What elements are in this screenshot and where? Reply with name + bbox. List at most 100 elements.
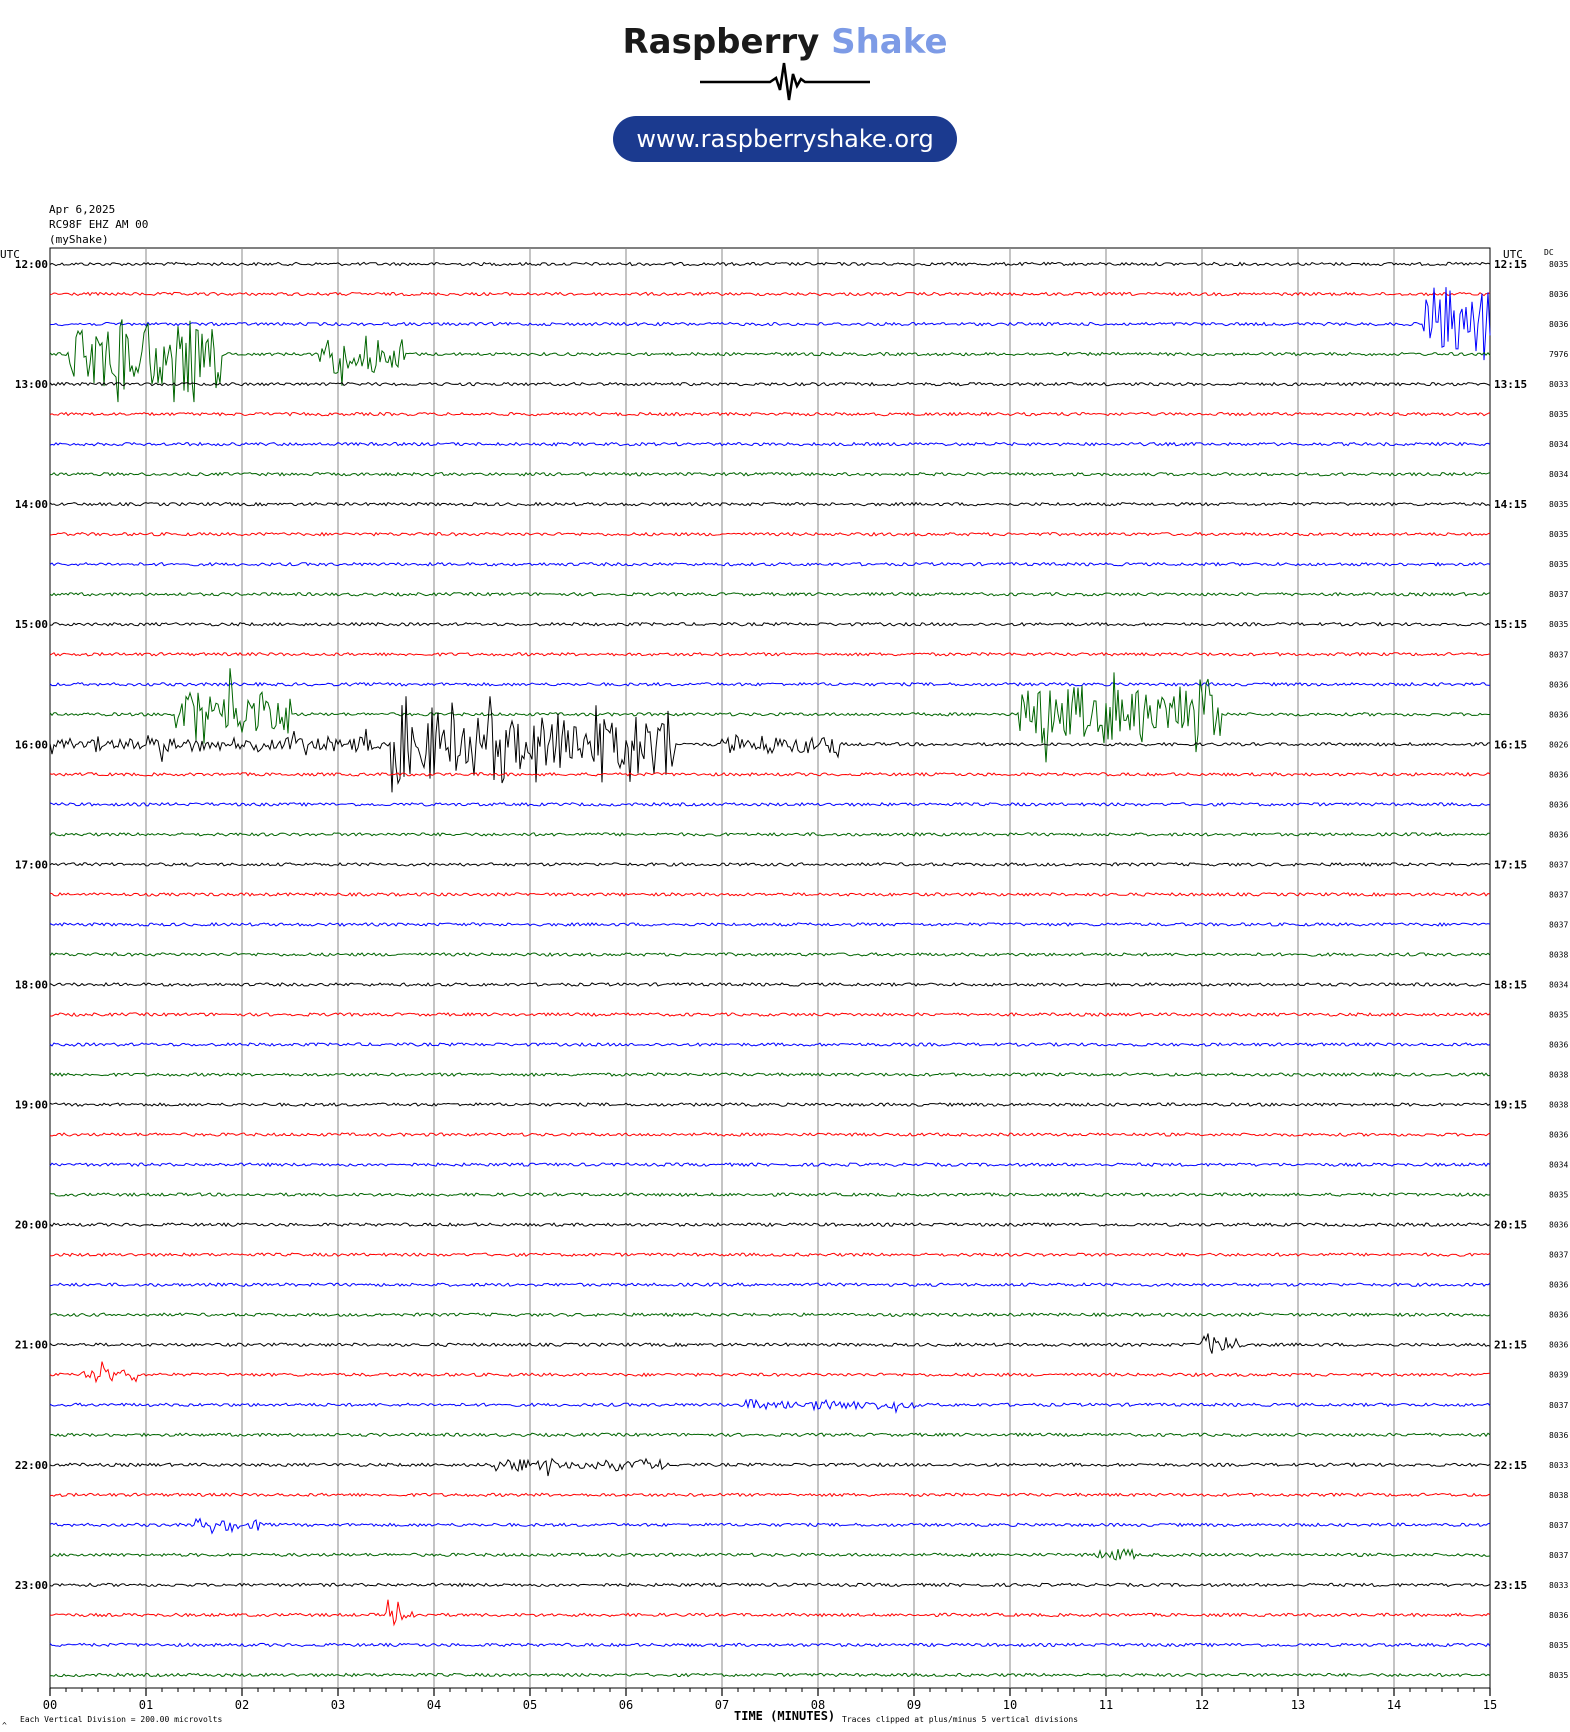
seismic-trace — [49, 1252, 1491, 1258]
dc-offset-label: 8036 — [1549, 1131, 1568, 1140]
seismic-trace — [49, 501, 1491, 507]
dc-offset-label: 8035 — [1549, 410, 1568, 419]
x-tick-label: 03 — [331, 1698, 345, 1712]
seismic-trace — [49, 771, 1491, 777]
dc-offset-label: 8036 — [1549, 290, 1568, 299]
dc-offset-label: 8038 — [1549, 1101, 1568, 1110]
seismic-trace — [49, 681, 1491, 687]
dc-offset-label: 8026 — [1549, 740, 1568, 749]
seismic-trace — [49, 319, 1491, 403]
hour-label-left: 22:00 — [15, 1459, 48, 1472]
x-tick-label: 02 — [235, 1698, 249, 1712]
seismic-trace — [49, 1312, 1491, 1318]
dc-offset-label: 8034 — [1549, 980, 1568, 989]
seismic-trace — [49, 291, 1491, 297]
seismic-trace — [49, 952, 1491, 957]
hour-label-right: 14:15 — [1494, 498, 1527, 511]
dc-offset-label: 8037 — [1549, 860, 1568, 869]
seismic-trace — [49, 1222, 1491, 1228]
x-tick-label: 01 — [139, 1698, 153, 1712]
seismic-trace — [49, 1582, 1491, 1588]
seismic-trace — [49, 1102, 1491, 1107]
dc-offset-label: 8036 — [1549, 1431, 1568, 1440]
seismogram-chart: 00 01 02 03 04 05 06 07 08 09 10 11 12 13 14 15803512:0… — [0, 247, 1568, 1730]
seismic-trace — [49, 832, 1491, 837]
hour-label-right: 22:15 — [1494, 1459, 1527, 1472]
dc-offset-label: 8036 — [1549, 1221, 1568, 1230]
footer-clip: Traces clipped at plus/minus 5 vertical … — [842, 1715, 1078, 1724]
dc-offset-label: 8036 — [1549, 800, 1568, 809]
dc-offset-label: 8035 — [1549, 530, 1568, 539]
dc-offset-label: 8036 — [1549, 1611, 1568, 1620]
seismic-trace — [49, 1457, 1491, 1477]
dc-offset-label: 8037 — [1549, 650, 1568, 659]
dc-offset-label: 8037 — [1549, 890, 1568, 899]
hour-label-right: 19:15 — [1494, 1099, 1527, 1112]
hour-label-right: 16:15 — [1494, 738, 1527, 751]
plot-frame — [49, 247, 1491, 1689]
dc-offset-label: 8035 — [1549, 560, 1568, 569]
footer-scale: Each Vertical Division = 200.00 microvol… — [20, 1715, 222, 1724]
seismic-trace — [49, 561, 1491, 567]
dc-offset-label: 8035 — [1549, 1641, 1568, 1650]
seismic-trace — [49, 441, 1491, 447]
dc-offset-label: 8035 — [1549, 1191, 1568, 1200]
seismic-trace — [49, 1492, 1491, 1498]
seismic-trace — [49, 1072, 1491, 1078]
seismic-trace — [49, 1398, 1491, 1415]
dc-offset-label: 8037 — [1549, 1521, 1568, 1530]
seismic-trace — [49, 411, 1491, 417]
seismic-trace — [49, 1432, 1491, 1438]
dc-offset-label: 8036 — [1549, 1341, 1568, 1350]
seismic-trace — [49, 1132, 1491, 1138]
dc-offset-label: 8036 — [1549, 710, 1568, 719]
x-tick-label: 10 — [1003, 1698, 1017, 1712]
dc-offset-label: 8034 — [1549, 440, 1568, 449]
seismic-trace — [49, 1012, 1491, 1017]
seismic-trace — [49, 381, 1491, 387]
seismic-trace — [49, 471, 1491, 477]
x-tick-label: 12 — [1195, 1698, 1209, 1712]
seismic-trace — [49, 1517, 1491, 1535]
dc-offset-label: 8035 — [1549, 1671, 1568, 1680]
dc-offset-label: 8036 — [1549, 320, 1568, 329]
seismic-trace — [49, 1642, 1491, 1648]
x-tick-label: 15 — [1483, 1698, 1497, 1712]
seismic-trace — [49, 1192, 1491, 1198]
hour-label-right: 23:15 — [1494, 1579, 1527, 1592]
x-tick-label: 14 — [1387, 1698, 1401, 1712]
dc-offset-label: 8037 — [1549, 1551, 1568, 1560]
x-tick-label: 07 — [715, 1698, 729, 1712]
x-tick-label: 09 — [907, 1698, 921, 1712]
dc-offset-label: 8037 — [1549, 1401, 1568, 1410]
seismic-trace — [49, 982, 1491, 987]
seismic-trace — [49, 1282, 1491, 1288]
x-tick-label: 00 — [43, 1698, 57, 1712]
dc-offset-label: 8036 — [1549, 770, 1568, 779]
dc-offset-label: 8038 — [1549, 1491, 1568, 1500]
hour-label-left: 14:00 — [15, 498, 48, 511]
seismic-trace — [49, 261, 1491, 267]
dc-offset-label: 7976 — [1549, 350, 1568, 359]
hour-label-left: 21:00 — [15, 1339, 48, 1352]
hour-label-left: 19:00 — [15, 1099, 48, 1112]
dc-offset-label: 8037 — [1549, 590, 1568, 599]
hour-label-left: 15:00 — [15, 618, 48, 631]
hour-label-right: 18:15 — [1494, 978, 1527, 991]
hour-label-left: 23:00 — [15, 1579, 48, 1592]
dc-offset-label: 8035 — [1549, 260, 1568, 269]
dc-offset-label: 8037 — [1549, 920, 1568, 929]
x-tick-label: 04 — [427, 1698, 441, 1712]
hour-label-right: 15:15 — [1494, 618, 1527, 631]
x-tick-label: 05 — [523, 1698, 537, 1712]
dc-offset-label: 8033 — [1549, 1581, 1568, 1590]
dc-offset-label: 8035 — [1549, 620, 1568, 629]
dc-offset-label: 8038 — [1549, 950, 1568, 959]
seismic-trace — [50, 621, 1491, 627]
dc-offset-label: 8036 — [1549, 1041, 1568, 1050]
dc-offset-label: 8033 — [1549, 1461, 1568, 1470]
hour-label-left: 18:00 — [15, 978, 48, 991]
hour-label-left: 16:00 — [15, 738, 48, 751]
seismic-trace — [49, 651, 1491, 657]
x-axis-label: TIME (MINUTES) — [734, 1709, 835, 1723]
